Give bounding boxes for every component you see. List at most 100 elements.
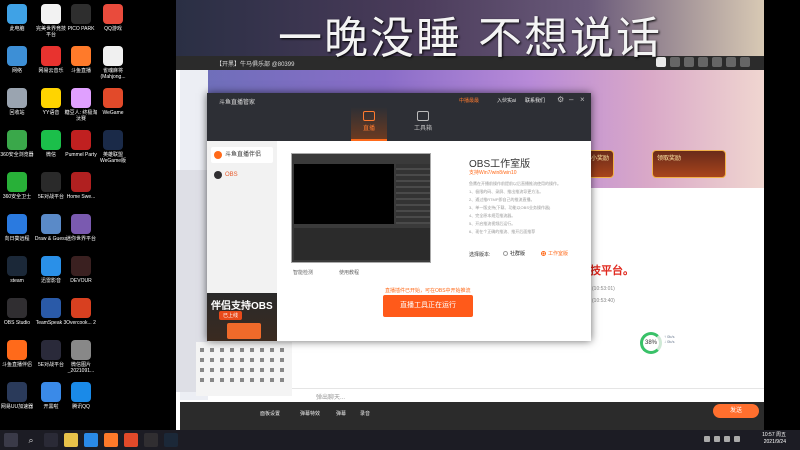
promo-red-text: 技平台。 [590, 265, 634, 277]
desktop-icon[interactable]: 360安全浏览器 [0, 130, 34, 158]
volume-icon[interactable] [724, 436, 730, 442]
desktop-icon[interactable]: Draw & Guess [34, 214, 68, 242]
obs-taskbar-icon[interactable] [144, 433, 158, 447]
desktop-icon[interactable]: steam [0, 256, 34, 284]
app-icon [41, 46, 61, 66]
app-icon [71, 88, 91, 108]
start-tool-button[interactable]: 直播工具正在运行 [383, 295, 473, 317]
desktop-icon[interactable]: 网易云音乐 [34, 46, 68, 74]
desktop-icon[interactable]: 完美世界竞技平台 [34, 4, 68, 38]
chat-placeholder[interactable]: 弹出聊天... [316, 392, 345, 401]
desktop-icon[interactable]: 微信 [34, 130, 68, 158]
desktop-icon[interactable]: 微信图片_2021091... [64, 340, 98, 374]
task-view-icon[interactable] [44, 433, 58, 447]
desktop-icon[interactable]: 开黑啦 [34, 382, 68, 410]
wegame-taskbar-icon[interactable] [124, 433, 138, 447]
sidebar-item-obs[interactable]: OBS [211, 167, 273, 183]
taskbar-clock[interactable]: 10:57 周五 2021/9/24 [762, 432, 786, 446]
desktop-icon[interactable]: 英雄联盟WeGame版 [96, 130, 130, 164]
network-icon[interactable] [714, 436, 720, 442]
bottom-item-record[interactable]: 录音 [360, 410, 370, 417]
start-button[interactable] [4, 433, 18, 447]
app-icon [41, 88, 61, 108]
header-link-3[interactable]: 联系我们 [525, 97, 545, 104]
desktop-icon[interactable]: Overcook... 2 [64, 298, 98, 326]
desktop-icon-label: 5E对战平台 [37, 362, 65, 368]
header-link-2[interactable]: 入伙实ai [497, 97, 516, 104]
app-icon [71, 298, 91, 318]
desktop-icon-label: 向日葵远程 [4, 236, 30, 242]
desktop-icon-label: 网易UU加速器 [0, 404, 34, 410]
minimize-icon[interactable]: – [569, 95, 573, 104]
desktop-icon-label: 微信图片_2021091... [67, 362, 95, 374]
settings-icon[interactable]: ⚙ [557, 95, 564, 104]
grid-row [200, 358, 288, 362]
obs-feature-line: 1、极限的码、录屏、推出推流导更方法。 [469, 189, 544, 194]
desktop-icon[interactable]: 雀魂麻将(Mahjong... [96, 46, 130, 80]
desktop-icon[interactable]: 迅雷影音 [34, 256, 68, 284]
desktop-icon[interactable]: 斗鱼直播伴侣 [0, 340, 34, 368]
desktop-icon[interactable]: Pummel Party [64, 130, 98, 158]
net-speed-readout: ↑ 0k/s ↓ 0k/s [664, 334, 674, 344]
desktop-icon[interactable]: PICO PARK [64, 4, 98, 32]
dialog-title: 斗鱼直播管家 [219, 100, 256, 106]
desktop-icon[interactable]: 网络 [0, 46, 34, 74]
desktop-icon[interactable]: 迷你世界平台 [64, 214, 98, 242]
desktop-icon[interactable]: 向日葵远程 [0, 214, 34, 242]
obs-promo-banner[interactable]: 伴侣支持OBS 已上线 [207, 293, 277, 341]
desktop-icon[interactable]: 糖豆人: 终极淘汰赛 [64, 88, 98, 122]
obs-feature-line: 3、单一版支持(下载、功能以OBS业务操作器) [469, 205, 551, 210]
desktop-icon[interactable]: 斗鱼直播 [64, 46, 98, 74]
radio-community-edition[interactable]: 社群版 [503, 250, 525, 257]
obs-feature-line: 2、通过推RTMP即自己的推流直播。 [469, 197, 535, 202]
speed-progress-ring[interactable]: 38% [640, 332, 662, 354]
smart-detect-link[interactable]: 智能检测 [293, 269, 313, 276]
file-explorer-icon[interactable] [64, 433, 78, 447]
douyu-taskbar-icon[interactable] [104, 433, 118, 447]
bottom-item-danmu-effect[interactable]: 弹幕特效 [300, 410, 320, 417]
stream-overlay-title: 一晚没睡 不想说话 [278, 13, 662, 64]
desktop-icon[interactable]: QQ游戏 [96, 4, 130, 32]
tab-live[interactable]: 直播 [351, 107, 387, 141]
desktop-icon[interactable]: 此电脑 [0, 4, 34, 32]
desktop-icon[interactable]: YY语音 [34, 88, 68, 116]
douyu-icon [214, 151, 222, 159]
header-link-1[interactable]: 中播最最 [459, 97, 479, 104]
app-icon [7, 4, 27, 24]
tray-icon[interactable] [704, 436, 710, 442]
desktop-icon[interactable]: 5E对战平台 [34, 172, 68, 200]
bottom-item-danmu[interactable]: 弹幕 [336, 410, 346, 417]
edge-icon[interactable] [84, 433, 98, 447]
grid-row [200, 368, 288, 372]
desktop-icon-label: 网易云音乐 [38, 68, 64, 74]
desktop-icon-label: PICO PARK [67, 26, 95, 32]
desktop-icon-label: 糖豆人: 终极淘汰赛 [64, 110, 98, 122]
desktop-icon[interactable]: TeamSpeak 3 [34, 298, 68, 326]
steam-taskbar-icon[interactable] [164, 433, 178, 447]
desktop-icon-label: WeGame [102, 110, 124, 116]
grid-row [200, 348, 288, 352]
ime-icon[interactable] [734, 436, 740, 442]
chat-timestamp-1: (10:53:01) [592, 286, 615, 292]
tab-toolbox[interactable]: 工具箱 [405, 107, 441, 141]
search-icon[interactable]: ⌕ [24, 433, 38, 447]
bottom-item-panel[interactable]: 面板设置 [260, 410, 280, 417]
desktop-icon[interactable]: 回收站 [0, 88, 34, 116]
desktop-icon[interactable]: OBS Studio [0, 298, 34, 326]
send-button[interactable]: 发送 [713, 404, 759, 418]
radio-studio-edition[interactable]: 工作室版 [541, 250, 568, 257]
sidebar-item-douyu-companion[interactable]: 斗鱼直播伴侣 [211, 147, 273, 163]
close-icon[interactable]: × [580, 95, 585, 104]
obs-feature-line: 5、开启推流视频后运行。 [469, 221, 516, 226]
banner-reward-button-2[interactable]: 领取奖励 [652, 150, 726, 178]
desktop-icon[interactable]: Home Swe... [64, 172, 98, 200]
desktop-icon[interactable]: 腾讯QQ [64, 382, 98, 410]
obs-feature-line: 6、现在个正确的推流、推开后面推荐 [469, 229, 536, 234]
chat-timestamp-2: (10:53:40) [592, 298, 615, 304]
desktop-icon[interactable]: 5E对战平台 [34, 340, 68, 368]
desktop-icon[interactable]: 网易UU加速器 [0, 382, 34, 410]
desktop-icon[interactable]: DEVOUR [64, 256, 98, 284]
tutorial-link[interactable]: 使用教程 [339, 269, 359, 276]
desktop-icon[interactable]: 360安全卫士 [0, 172, 34, 200]
desktop-icon[interactable]: WeGame [96, 88, 130, 116]
